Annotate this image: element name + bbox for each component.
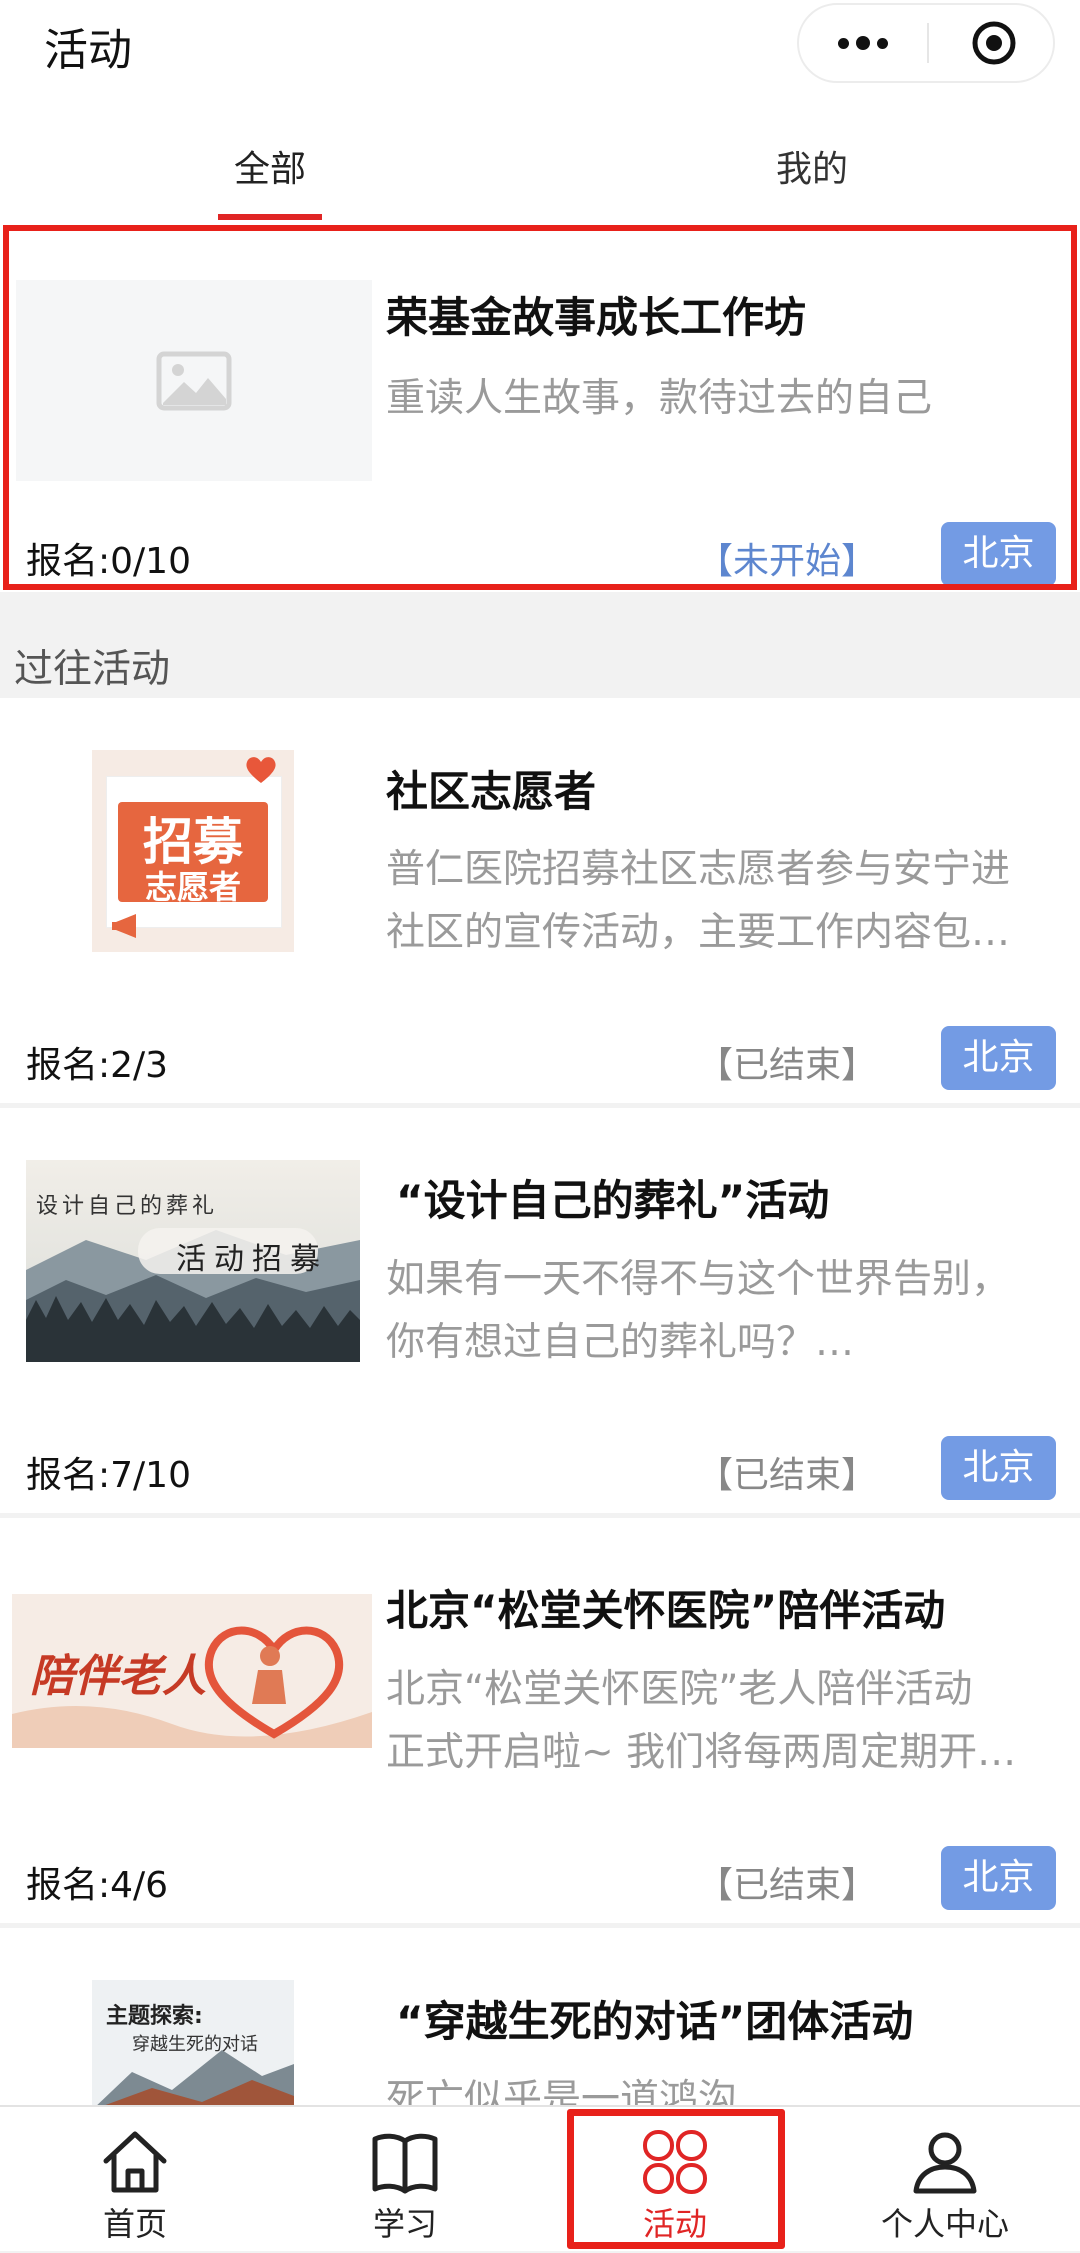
city-badge: 北京 — [941, 522, 1056, 586]
heart-icon — [246, 757, 276, 783]
nav-label: 个人中心 — [880, 2205, 1009, 2243]
image-caption: 陪伴老人 — [30, 1651, 206, 1702]
nav-label: 首页 — [102, 2205, 167, 2243]
nav-profile[interactable]: 个人中心 — [810, 2107, 1080, 2253]
activity-title: 社区志愿者 — [386, 767, 597, 816]
image-placeholder — [16, 280, 372, 481]
nav-label: 学习 — [372, 2205, 437, 2243]
bottom-tab-bar: 首页 学习 活动 个人中心 — [0, 2105, 1080, 2251]
capsule-divider — [927, 23, 929, 63]
signup-count: 报名:4/6 — [26, 1865, 169, 1906]
status-badge: 【未开始】 — [696, 541, 877, 582]
close-miniprogram-icon[interactable] — [970, 19, 1018, 67]
image-caption: 志愿者 — [144, 868, 241, 906]
activity-clover-icon — [643, 2130, 707, 2194]
status-badge: 【已结束】 — [696, 1045, 877, 1086]
city-badge: 北京 — [941, 1846, 1056, 1910]
nav-study[interactable]: 学习 — [270, 2107, 540, 2253]
activity-description: 重读人生故事，款待过去的自己 — [386, 376, 933, 421]
image-caption: 主题探索: — [106, 2004, 203, 2029]
signup-count: 报名:2/3 — [26, 1045, 169, 1086]
more-dot-icon — [877, 37, 888, 49]
activity-description: 北京“松堂关怀医院”老人陪伴活动 — [386, 1667, 973, 1712]
activity-description: 如果有一天不得不与这个世界告别， — [386, 1257, 1011, 1302]
image-placeholder-icon — [156, 351, 232, 410]
home-icon — [103, 2131, 167, 2193]
megaphone-icon — [112, 914, 136, 938]
tab-all[interactable]: 全部 — [234, 140, 306, 192]
page-title: 活动 — [44, 25, 132, 76]
activity-title: 北京“松堂关怀医院”陪伴活动 — [386, 1586, 946, 1635]
signup-count: 报名:7/10 — [26, 1455, 191, 1496]
activity-description: 普仁医院招募社区志愿者参与安宁进 — [386, 847, 1011, 892]
book-icon — [372, 2133, 438, 2194]
activity-description: 正式开启啦~ 我们将每两周定期开… — [386, 1730, 1017, 1775]
more-dot-icon — [856, 36, 870, 50]
activity-title: “穿越生死的对话”团体活动 — [396, 1997, 914, 2046]
nav-label: 活动 — [642, 2205, 707, 2243]
miniprogram-capsule — [797, 3, 1055, 83]
active-tab-indicator — [218, 214, 322, 220]
funeral-activity-image: 设计自己的葬礼 活动招募 — [26, 1160, 360, 1362]
section-title: 过往活动 — [14, 647, 171, 692]
activity-tabs: 全部 我的 — [0, 90, 1080, 225]
activity-description: 社区的宣传活动，主要工作内容包… — [386, 910, 1011, 955]
nav-home[interactable]: 首页 — [0, 2107, 270, 2253]
activity-description: 你有想过自己的葬礼吗？… — [386, 1320, 855, 1365]
nav-activity[interactable]: 活动 — [540, 2107, 810, 2253]
theme-exploration-image: 主题探索: 穿越生死的对话 — [92, 1980, 294, 2110]
signup-count: 报名:0/10 — [26, 541, 191, 582]
city-badge: 北京 — [941, 1026, 1056, 1090]
activity-title: 荣基金故事成长工作坊 — [386, 293, 807, 342]
image-caption: 设计自己的葬礼 — [36, 1194, 219, 1219]
status-badge: 【已结束】 — [696, 1455, 877, 1496]
more-dot-icon — [838, 37, 849, 49]
top-bar: 活动 — [0, 0, 1080, 90]
activity-title: “设计自己的葬礼”活动 — [396, 1176, 830, 1225]
image-caption: 活动招募 — [176, 1242, 328, 1277]
image-caption: 穿越生死的对话 — [132, 2034, 258, 2055]
more-options-button[interactable] — [799, 5, 927, 81]
person-icon — [913, 2132, 977, 2194]
status-badge: 【已结束】 — [696, 1865, 877, 1906]
tab-mine[interactable]: 我的 — [776, 140, 848, 192]
elder-companion-image: 陪伴老人 — [12, 1594, 372, 1748]
city-badge: 北京 — [941, 1436, 1056, 1500]
recruit-volunteer-image: 招募 志愿者 — [92, 750, 294, 952]
